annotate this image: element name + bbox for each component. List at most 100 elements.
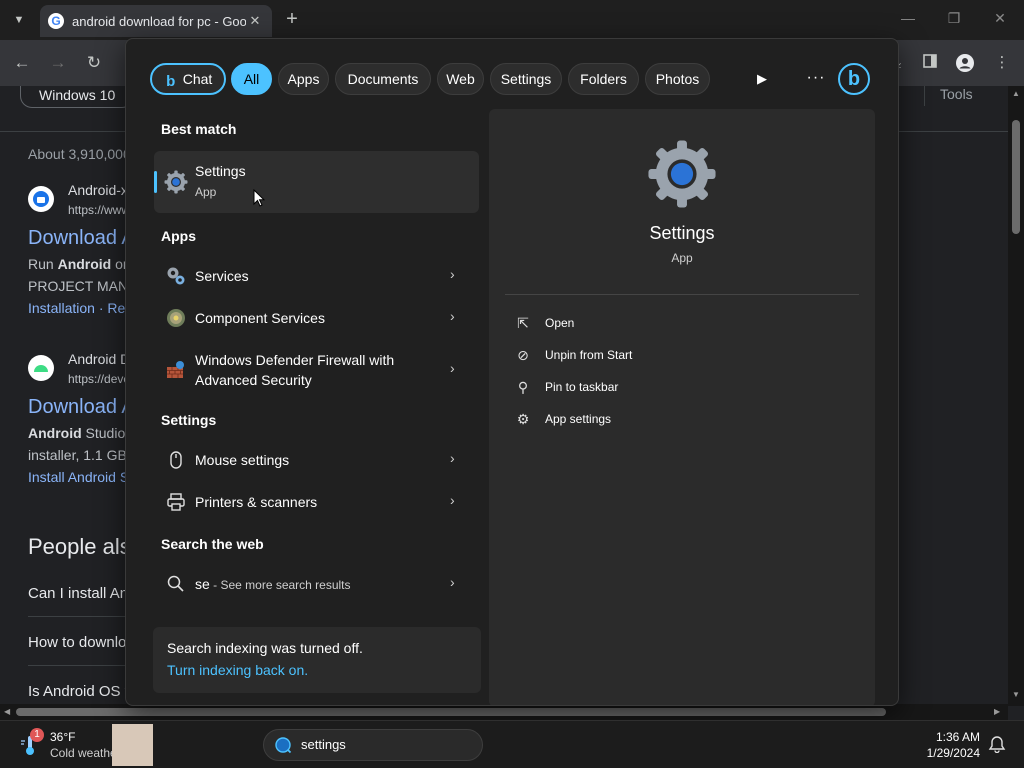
scroll-left-arrow-icon[interactable]: ◀ [4,707,10,716]
printer-icon [167,493,185,511]
android-x86-favicon-icon [28,186,54,212]
firewall-brick-icon [167,361,184,378]
restore-icon[interactable]: ❐ [944,10,964,27]
detail-divider [505,294,859,295]
printers-label: Printers & scanners [195,494,318,510]
taskbar-thumbnail[interactable] [112,724,153,766]
taskbar-search-box[interactable]: settings [263,729,483,761]
back-arrow-icon[interactable]: ← [10,51,34,75]
filter-chip-windows-10[interactable]: Windows 10 [20,86,135,108]
detail-app-type: App [671,251,693,265]
app-result-services[interactable]: Services › [154,256,479,296]
google-favicon-icon: G [48,13,64,29]
web-query: se [195,576,210,592]
action-open-label: Open [545,316,575,330]
best-match-name: Settings [195,163,246,179]
profile-icon[interactable] [955,53,975,73]
filter-photos[interactable]: Photos [645,63,710,95]
new-tab-button[interactable]: + [282,9,302,29]
chevron-right-icon[interactable]: › [450,492,462,508]
filter-documents[interactable]: Documents [335,63,431,95]
filter-apps[interactable]: Apps [278,63,329,95]
best-match-settings[interactable]: Settings App [154,151,479,213]
clock-time[interactable]: 1:36 AM [900,730,980,744]
result-2-snippet-bold: Android [28,425,82,441]
mouse-pointer-icon [253,189,265,207]
mouse-settings-label: Mouse settings [195,452,290,468]
menu-kebab-icon[interactable]: ⋮ [992,53,1012,73]
action-pin-label: Pin to taskbar [545,380,619,394]
result-detail-pane: Settings App ⇱ Open ⊘ Unpin from Start ⚲… [489,109,875,705]
open-external-icon: ⇱ [517,315,529,331]
chevron-right-icon[interactable]: › [450,360,462,376]
scroll-right-arrow-icon[interactable]: ▶ [994,707,1000,716]
minimize-icon[interactable]: — [898,10,918,26]
horizontal-scroll-thumb[interactable] [16,708,886,716]
tab-search-chevron-icon[interactable]: ▼ [8,9,30,31]
weather-description[interactable]: Cold weather [50,746,112,760]
tools-divider [924,86,925,106]
tools-button[interactable]: Tools [940,86,973,102]
filter-all[interactable]: All [231,63,272,95]
chevron-right-icon[interactable]: › [450,574,462,590]
web-search-label: se - See more search results [195,574,351,595]
vertical-scroll-thumb[interactable] [1012,120,1020,234]
turn-indexing-on-link[interactable]: Turn indexing back on. [167,662,308,678]
more-options-icon[interactable]: ··· [804,67,828,89]
filter-folders[interactable]: Folders [568,63,639,95]
reload-icon[interactable]: ↻ [82,51,106,75]
app-result-defender-firewall[interactable]: Windows Defender Firewall with Advanced … [154,340,479,400]
settings-gear-large-icon [648,140,716,208]
play-icon[interactable]: ▶ [754,69,770,89]
search-icon [275,737,292,754]
vertical-scrollbar[interactable]: ▲ ▼ [1008,86,1024,706]
forward-arrow-icon[interactable]: → [46,51,70,75]
component-services-label: Component Services [195,310,325,326]
horizontal-scrollbar[interactable]: ◀ ▶ [0,704,1008,720]
services-gears-icon [167,267,185,285]
close-window-icon[interactable]: ✕ [990,10,1010,27]
search-web-heading: Search the web [161,536,264,552]
apps-heading: Apps [161,228,196,244]
browser-tab[interactable]: G android download for pc - Google Searc… [40,5,272,37]
notification-bell-icon[interactable] [988,735,1006,753]
taskbar: 1 36°F Cold weather settings 1:36 AM 1/2… [0,720,1024,768]
unpin-icon: ⊘ [517,347,529,363]
component-services-icon [167,309,185,327]
bing-logo-icon[interactable]: b [838,63,870,95]
chat-pill[interactable]: b Chat [150,63,226,95]
filter-settings[interactable]: Settings [490,63,562,95]
side-panel-icon[interactable] [920,53,940,73]
detail-app-name: Settings [649,223,715,243]
result-1-snippet-bold: Android [57,256,112,272]
setting-result-printers[interactable]: Printers & scanners › [154,482,479,522]
app-result-component-services[interactable]: Component Services › [154,298,479,338]
indexing-notice-text: Search indexing was turned off. [167,640,363,656]
result-2-snippet: Android Studio [28,425,125,441]
scroll-down-arrow-icon[interactable]: ▼ [1012,690,1020,699]
setting-result-mouse[interactable]: Mouse settings › [154,440,479,480]
settings-heading: Settings [161,412,217,428]
result-1-snippet-lead: Run [28,256,58,272]
result-2-snippet-rest: Studio [81,425,126,441]
taskbar-search-value[interactable]: settings [301,737,346,752]
weather-temp[interactable]: 36°F [50,730,75,744]
services-label: Services [195,268,249,284]
firewall-label-line2: Advanced Security [195,372,312,388]
tab-title: android download for pc - Google Search [72,13,246,29]
tab-close-icon[interactable]: ✕ [246,13,264,29]
chevron-right-icon[interactable]: › [450,308,462,324]
scroll-up-arrow-icon[interactable]: ▲ [1012,89,1020,98]
selection-indicator [154,171,157,193]
filter-web[interactable]: Web [437,63,484,95]
chevron-right-icon[interactable]: › [450,450,462,466]
chevron-right-icon[interactable]: › [450,266,462,282]
search-icon [167,575,184,592]
weather-badge: 1 [30,728,44,742]
firewall-label-line1: Windows Defender Firewall with [195,352,395,368]
result-2-snippet-line2: installer, 1.1 GB [28,447,127,463]
web-search-result[interactable]: se - See more search results › [154,564,479,604]
clock-date[interactable]: 1/29/2024 [900,746,980,760]
browser-tab-bar: ▼ G android download for pc - Google Sea… [0,0,1024,40]
android-developers-favicon-icon [28,355,54,381]
